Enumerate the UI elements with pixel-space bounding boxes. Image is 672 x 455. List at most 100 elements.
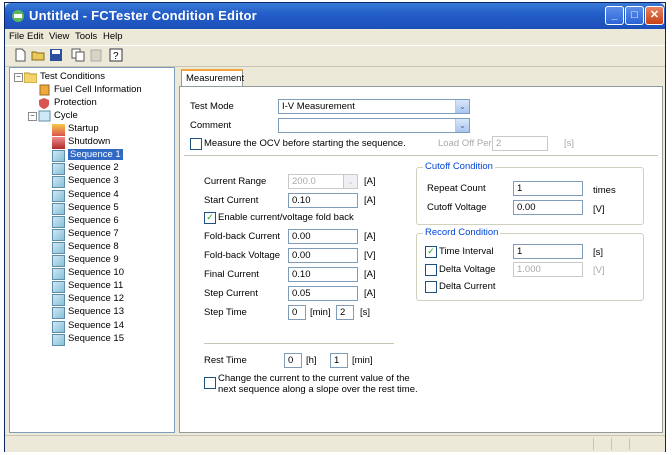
save-icon[interactable]	[49, 48, 63, 62]
delta-voltage-input[interactable]: 1.000	[513, 262, 583, 277]
toolbar: ?	[5, 45, 665, 67]
foldback-current-input[interactable]: 0.00	[288, 229, 358, 244]
step-current-label: Step Current	[204, 288, 258, 299]
delta-current-checkbox[interactable]	[425, 281, 437, 293]
time-interval-input[interactable]: 1	[513, 244, 583, 259]
tree-item-startup[interactable]: Startup	[68, 123, 99, 134]
menu-view[interactable]: View	[49, 31, 69, 42]
final-current-label: Final Current	[204, 269, 259, 280]
menu-bar: File Edit View Tools Help	[5, 29, 665, 45]
sequence-icon	[52, 307, 65, 320]
cycle-icon	[38, 110, 51, 122]
step-time-min-input[interactable]: 0	[288, 305, 306, 320]
app-icon	[12, 10, 24, 22]
step-time-sec-input[interactable]: 2	[336, 305, 354, 320]
tree-item-sequence-3[interactable]: Sequence 3	[68, 175, 119, 186]
final-current-input[interactable]: 0.10	[288, 267, 358, 282]
tree-item-sequence-11[interactable]: Sequence 11	[68, 280, 123, 291]
comment-label: Comment	[190, 120, 232, 131]
start-current-input[interactable]: 0.10	[288, 193, 358, 208]
maximize-button[interactable]: □	[625, 6, 644, 25]
close-button[interactable]: ✕	[645, 6, 664, 25]
delta-voltage-label: Delta Voltage	[439, 264, 496, 275]
rest-time-h-input[interactable]: 0	[284, 353, 302, 368]
tree-item-sequence-4[interactable]: Sequence 4	[68, 189, 119, 200]
repeat-count-input[interactable]: 1	[513, 181, 583, 196]
tree-item-shutdown[interactable]: Shutdown	[68, 136, 110, 147]
condition-tree[interactable]: − Test Conditions Fuel Cell Information …	[9, 67, 175, 433]
enable-foldback-checkbox[interactable]: ✓	[204, 212, 216, 224]
tree-item-sequence-5[interactable]: Sequence 5	[68, 202, 119, 213]
sequence-icon	[52, 228, 65, 241]
sequence-icon	[52, 150, 65, 163]
menu-tools[interactable]: Tools	[75, 31, 97, 42]
step-current-input[interactable]: 0.05	[288, 286, 358, 301]
cutoff-condition-title: Cutoff Condition	[423, 161, 495, 172]
current-range-select[interactable]: 200.0 ⌄	[288, 174, 358, 189]
record-condition-title: Record Condition	[423, 227, 501, 238]
protection-icon	[39, 98, 49, 109]
status-pane	[629, 438, 646, 450]
collapse-cycle-icon[interactable]: −	[28, 112, 37, 121]
sequence-icon	[52, 176, 65, 189]
menu-file[interactable]: File	[9, 31, 24, 42]
measurement-panel: Test Mode I-V Measurement ⌄ Comment ⌄ Me…	[179, 86, 663, 433]
cutoff-voltage-input[interactable]: 0.00	[513, 200, 583, 215]
time-interval-label: Time Interval	[439, 246, 494, 257]
repeat-count-unit: times	[593, 185, 616, 196]
tree-item-sequence-14[interactable]: Sequence 14	[68, 320, 124, 331]
new-file-icon[interactable]	[13, 48, 27, 62]
rest-time-min-input[interactable]: 1	[330, 353, 348, 368]
help-icon[interactable]: ?	[109, 48, 123, 62]
svg-text:?: ?	[113, 51, 119, 62]
chevron-down-icon[interactable]: ⌄	[343, 175, 357, 188]
tree-item-cycle[interactable]: Cycle	[54, 110, 78, 121]
tree-item-sequence-15[interactable]: Sequence 15	[68, 333, 124, 344]
tree-item-sequence-13[interactable]: Sequence 13	[68, 306, 124, 317]
current-range-label: Current Range	[204, 176, 267, 187]
foldback-voltage-label: Fold-back Voltage	[204, 250, 281, 261]
tree-item-sequence-6[interactable]: Sequence 6	[68, 215, 119, 226]
load-off-period-input[interactable]: 2	[492, 136, 548, 151]
collapse-root-icon[interactable]: −	[14, 73, 23, 82]
time-interval-checkbox[interactable]: ✓	[425, 246, 437, 258]
menu-help[interactable]: Help	[103, 31, 123, 42]
sequence-icon	[52, 320, 65, 333]
rest-time-label: Rest Time	[204, 355, 247, 366]
paste-icon[interactable]	[89, 48, 103, 62]
comment-select[interactable]: ⌄	[278, 118, 470, 133]
tree-root[interactable]: Test Conditions	[40, 71, 105, 82]
chevron-down-icon[interactable]: ⌄	[455, 100, 469, 113]
copy-icon[interactable]	[71, 48, 85, 62]
menu-edit[interactable]: Edit	[27, 31, 43, 42]
editor-pane: Measurement Test Mode I-V Measurement ⌄ …	[179, 67, 663, 433]
tree-item-sequence-8[interactable]: Sequence 8	[68, 241, 119, 252]
tree-item-sequence-7[interactable]: Sequence 7	[68, 228, 119, 239]
app-window: Untitled - FCTester Condition Editor _ □…	[4, 2, 666, 452]
tree-item-protection[interactable]: Protection	[54, 97, 97, 108]
test-mode-select[interactable]: I-V Measurement ⌄	[278, 99, 470, 114]
title-bar[interactable]: Untitled - FCTester Condition Editor _ □…	[5, 3, 665, 29]
tree-item-fuel-cell-information[interactable]: Fuel Cell Information	[54, 84, 142, 95]
tree-item-sequence-1[interactable]: Sequence 1	[68, 149, 123, 161]
rest-time-h-unit: [h]	[306, 355, 317, 366]
step-time-label: Step Time	[204, 307, 247, 318]
repeat-count-label: Repeat Count	[427, 183, 486, 194]
minimize-button[interactable]: _	[605, 6, 624, 25]
step-time-min-unit: [min]	[310, 307, 331, 318]
tree-item-sequence-9[interactable]: Sequence 9	[68, 254, 119, 265]
tree-item-sequence-10[interactable]: Sequence 10	[68, 267, 124, 278]
tree-item-sequence-2[interactable]: Sequence 2	[68, 162, 119, 173]
change-current-checkbox[interactable]	[204, 377, 216, 389]
tab-measurement[interactable]: Measurement	[181, 69, 244, 87]
foldback-voltage-input[interactable]: 0.00	[288, 248, 358, 263]
tree-item-sequence-12[interactable]: Sequence 12	[68, 293, 124, 304]
measure-ocv-checkbox[interactable]	[190, 138, 202, 150]
delta-voltage-checkbox[interactable]	[425, 264, 437, 276]
test-mode-label: Test Mode	[190, 101, 234, 112]
sequence-icon	[52, 215, 65, 228]
open-folder-icon[interactable]	[31, 48, 45, 62]
chevron-down-icon[interactable]: ⌄	[455, 119, 469, 132]
sequence-icon	[52, 202, 65, 215]
enable-foldback-label: Enable current/voltage fold back	[218, 212, 354, 223]
